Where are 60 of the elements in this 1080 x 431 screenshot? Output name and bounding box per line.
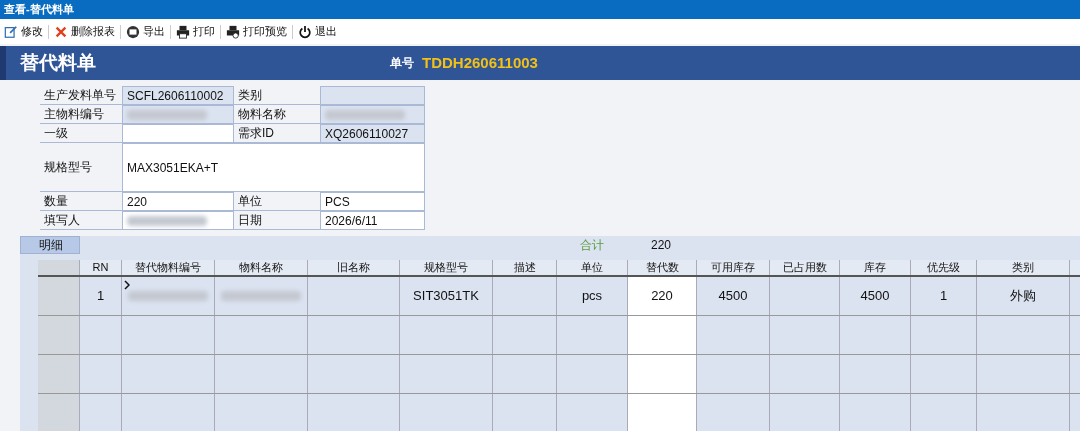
- export-icon: [126, 24, 140, 39]
- number-label: 单号: [390, 55, 414, 72]
- title-bar: 查看-替代料单: [0, 0, 1080, 19]
- column-header: 已占用数: [770, 260, 840, 275]
- edit-icon: [4, 24, 18, 39]
- form-field[interactable]: 2026/6/11: [320, 211, 425, 230]
- form-field[interactable]: [320, 105, 425, 124]
- form-title: 替代料单: [20, 50, 97, 75]
- field-label: 主物料编号: [44, 106, 104, 123]
- column-header: 描述: [493, 260, 557, 275]
- printer-icon: [176, 24, 190, 39]
- order-number: TDDH260611003: [422, 52, 538, 73]
- toolbar-button[interactable]: 打印预览: [226, 23, 287, 40]
- detail-tab[interactable]: 明细: [20, 236, 80, 254]
- field-label: 物料名称: [238, 106, 286, 123]
- field-label: 需求ID: [238, 125, 274, 142]
- row-header[interactable]: [38, 394, 80, 431]
- column-header: 类别: [977, 260, 1070, 275]
- form-field[interactable]: XQ2606110027: [320, 124, 425, 143]
- column-header: 旧名称: [308, 260, 400, 275]
- field-label: 填写人: [44, 212, 80, 229]
- column-header: 优先级: [911, 260, 977, 275]
- toolbar-button[interactable]: 退出: [298, 23, 337, 40]
- corner-cell: [38, 260, 80, 275]
- field-label: 一级: [44, 125, 68, 142]
- column-header: 替代物料编号: [122, 260, 215, 275]
- toolbar-button[interactable]: 打印: [176, 23, 215, 40]
- form-field[interactable]: [122, 211, 234, 230]
- toolbar-button[interactable]: 修改: [4, 23, 43, 40]
- field-label: 规格型号: [44, 159, 92, 176]
- form-field[interactable]: MAX3051EKA+T: [122, 143, 425, 192]
- field-label: 单位: [238, 193, 262, 210]
- field-label: 数量: [44, 193, 68, 210]
- form-field[interactable]: PCS: [320, 192, 425, 211]
- column-header: 可用库存: [697, 260, 770, 275]
- column-header: 规格型号: [400, 260, 493, 275]
- column-header: 物料名称: [215, 260, 308, 275]
- column-header: RN: [80, 260, 122, 275]
- field-label: 生产发料单号: [44, 87, 116, 104]
- form-field[interactable]: [122, 105, 234, 124]
- total-label: 合计: [580, 237, 604, 254]
- column-header: 替代数: [628, 260, 697, 275]
- form-field[interactable]: [320, 86, 425, 105]
- toolbar-button[interactable]: 导出: [126, 23, 165, 40]
- column-header: 库存: [840, 260, 911, 275]
- close-icon: [54, 24, 68, 39]
- table-cell: 220: [628, 277, 697, 315]
- field-label: 类别: [238, 87, 262, 104]
- power-icon: [298, 24, 312, 39]
- field-label: 日期: [238, 212, 262, 229]
- row-header[interactable]: [38, 277, 80, 315]
- row-header[interactable]: [38, 316, 80, 354]
- toolbar-button[interactable]: 删除报表: [54, 23, 115, 40]
- row-header[interactable]: [38, 355, 80, 393]
- column-header: 单位: [557, 260, 628, 275]
- total-value: 220: [651, 237, 672, 254]
- print-preview-icon: [226, 24, 240, 39]
- form-field[interactable]: [122, 124, 234, 143]
- form-field[interactable]: 220: [122, 192, 234, 211]
- form-field[interactable]: SCFL2606110002: [122, 86, 234, 105]
